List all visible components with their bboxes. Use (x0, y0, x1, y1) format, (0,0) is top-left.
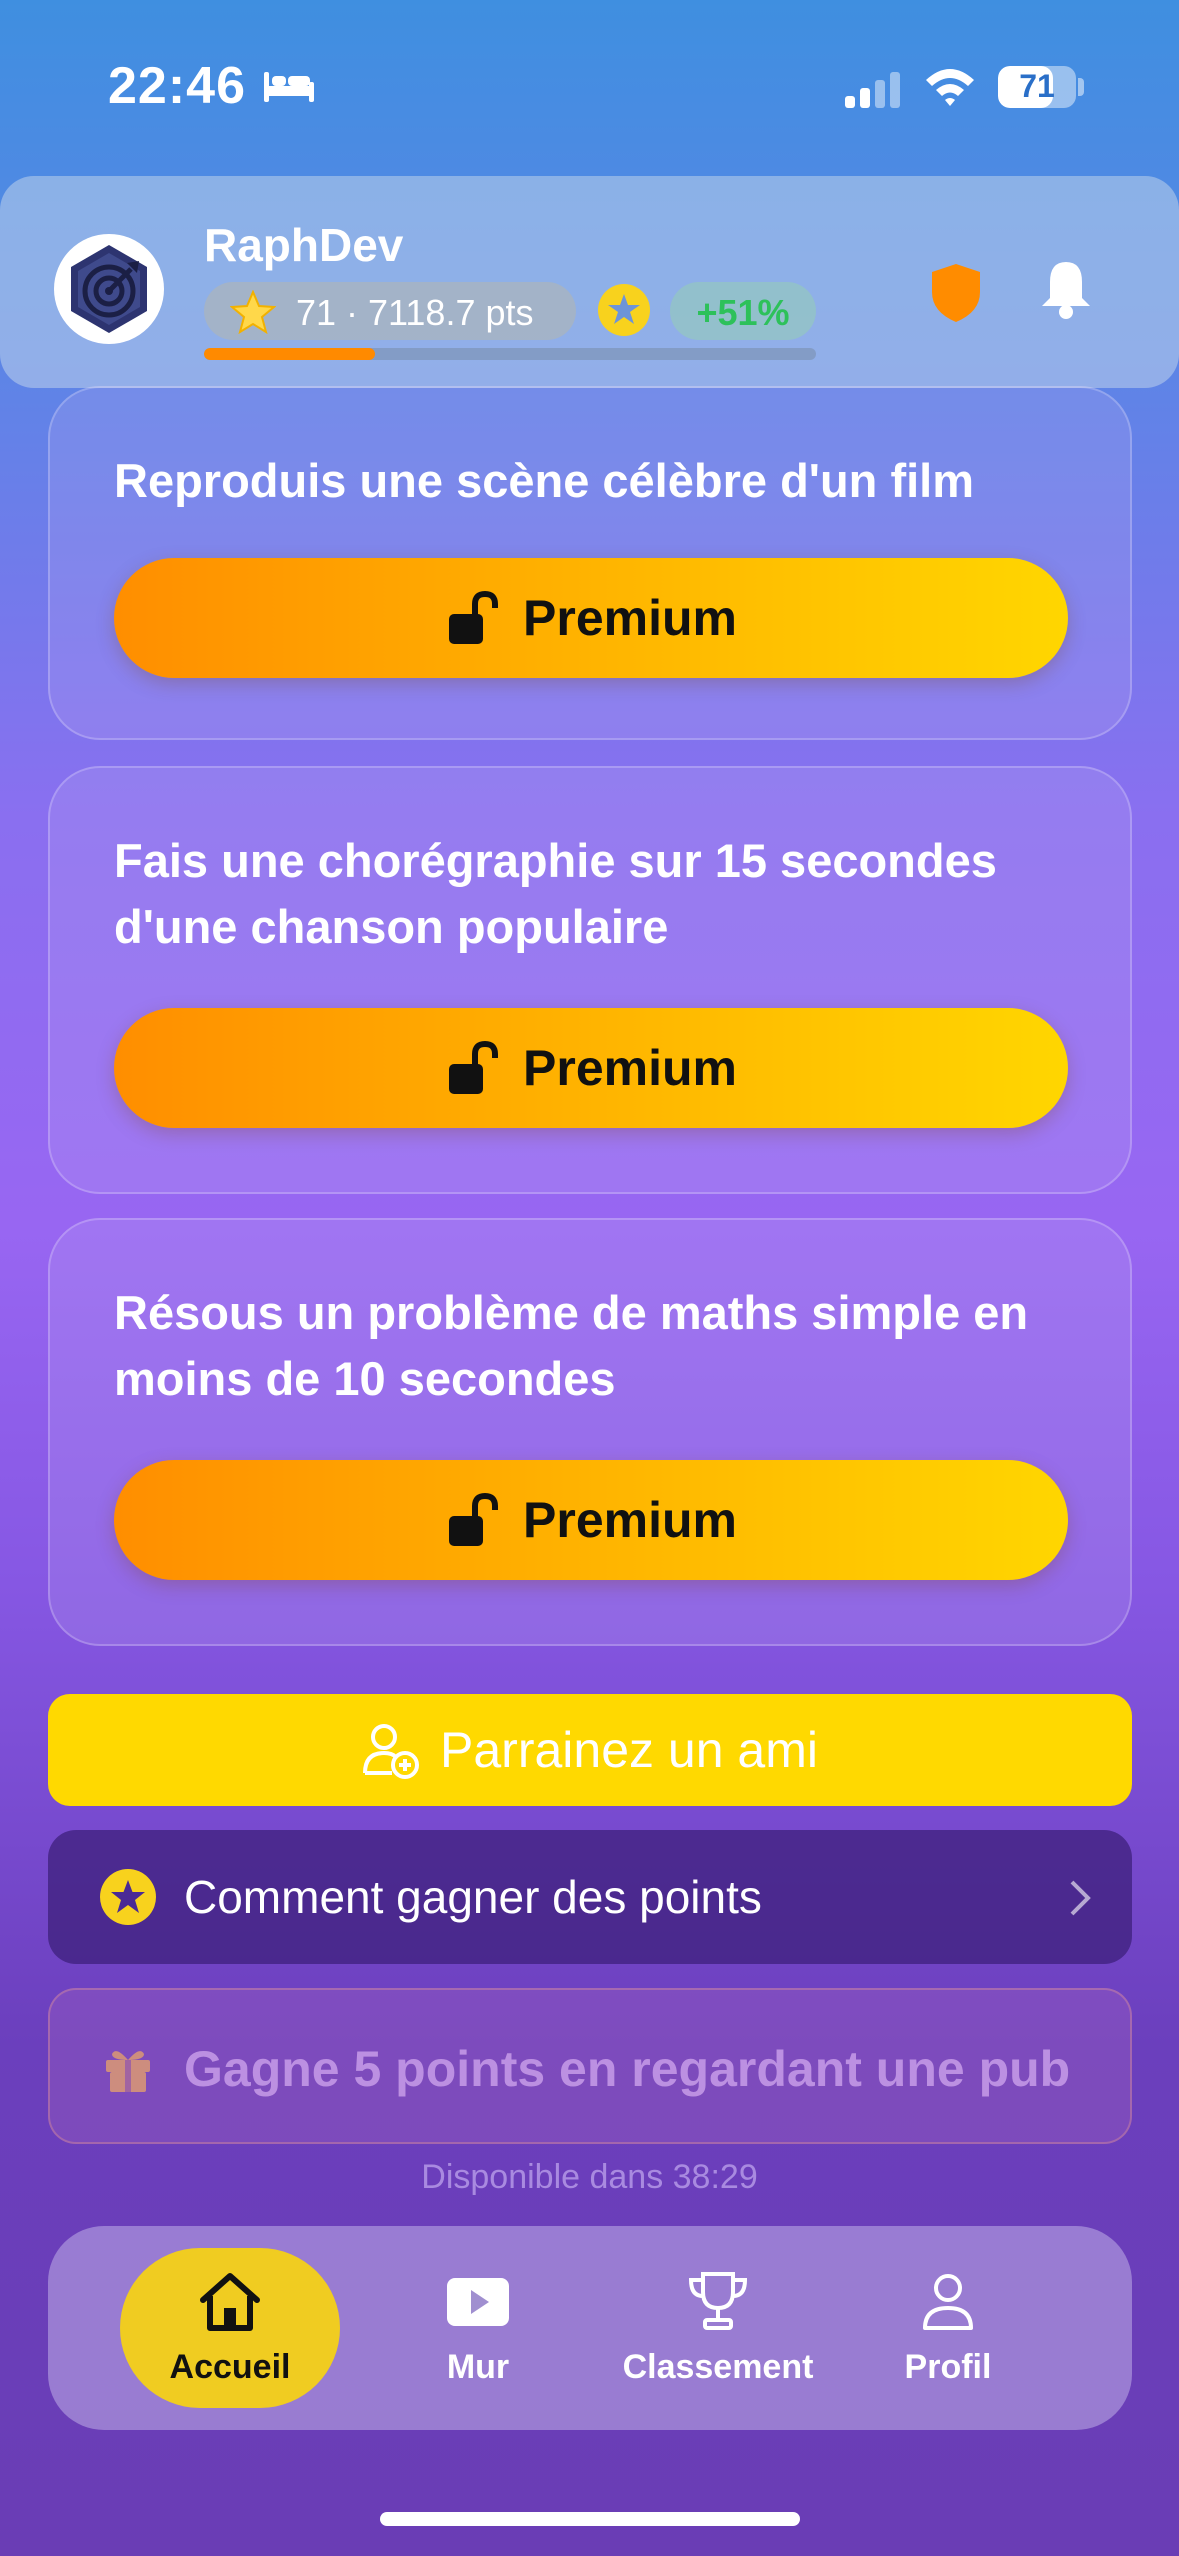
premium-label: Premium (523, 1492, 737, 1548)
referral-label: Parrainez un ami (440, 1722, 818, 1778)
challenge-card: Reproduis une scène célèbre d'un film Pr… (48, 386, 1132, 740)
add-friend-icon (363, 1724, 420, 1779)
star-icon (100, 1869, 156, 1925)
tab-accueil[interactable]: Accueil (120, 2248, 340, 2408)
tab-profil[interactable]: Profil (838, 2248, 1058, 2408)
level-progress-fill (204, 348, 376, 360)
challenge-title: Reproduis une scène célèbre d'un film (114, 454, 974, 507)
home-indicator (380, 2512, 800, 2526)
profile-header: RaphDev 71 · 7118.7 pts +51% (0, 176, 1179, 388)
referral-button[interactable]: Parrainez un ami (48, 1694, 1132, 1806)
bell-icon[interactable] (1036, 258, 1096, 322)
premium-button[interactable]: Premium (114, 1460, 1068, 1580)
ad-availability-text: Disponible dans 38:29 (421, 2158, 758, 2196)
person-icon (923, 2274, 973, 2330)
earn-points-row[interactable]: Comment gagner des points (48, 1830, 1132, 1964)
unlock-icon (449, 1040, 499, 1094)
status-time: 22:46 (108, 57, 246, 115)
tab-label: Profil (904, 2348, 992, 2386)
growth-text: +51% (696, 292, 790, 333)
shield-icon[interactable] (928, 262, 984, 324)
challenge-card: Fais une chorégraphie sur 15 secondes d'… (48, 766, 1132, 1194)
tab-classement[interactable]: Classement (608, 2248, 828, 2408)
level-badge-icon (598, 284, 650, 336)
premium-button[interactable]: Premium (114, 558, 1068, 678)
wifi-icon (926, 69, 974, 106)
premium-label: Premium (523, 1040, 737, 1096)
challenge-title: Fais une chorégraphie sur 15 secondes d'… (114, 834, 997, 953)
gift-icon (106, 2051, 150, 2092)
premium-label: Premium (523, 590, 737, 646)
star-icon (230, 290, 276, 334)
challenge-title: Résous un problème de maths simple en mo… (114, 1286, 1029, 1405)
battery-indicator: 71 (998, 66, 1076, 108)
status-bar: 22:46 71 (0, 0, 1179, 170)
challenge-card: Résous un problème de maths simple en mo… (48, 1218, 1132, 1646)
premium-button[interactable]: Premium (114, 1008, 1068, 1128)
username: RaphDev (204, 219, 404, 271)
play-icon (447, 2278, 509, 2326)
tab-bar: Accueil Mur Classement Profil (48, 2226, 1132, 2430)
earn-points-label: Comment gagner des points (184, 1871, 762, 1923)
tab-label: Mur (446, 2348, 510, 2386)
tab-label: Classement (622, 2348, 814, 2386)
bed-icon (264, 72, 314, 102)
unlock-icon (449, 590, 499, 644)
chevron-right-icon (1070, 1880, 1091, 1916)
unlock-icon (449, 1492, 499, 1546)
tab-mur[interactable]: Mur (368, 2248, 588, 2408)
tab-label: Accueil (169, 2348, 291, 2386)
signal-icon (845, 72, 900, 108)
watch-ad-label: Gagne 5 points en regardant une pub (184, 2041, 1071, 2097)
trophy-icon (688, 2272, 748, 2330)
growth-badge: +51% (670, 282, 816, 340)
home-icon (200, 2273, 260, 2331)
watch-ad-button[interactable]: Gagne 5 points en regardant une pub (48, 1988, 1132, 2144)
avatar[interactable] (54, 234, 164, 344)
stats-pill: 71 · 7118.7 pts (204, 282, 576, 340)
battery-percentage: 71 (1019, 68, 1055, 104)
target-icon (71, 245, 147, 333)
stats-text: 71 · 7118.7 pts (296, 292, 534, 333)
battery-nub (1078, 78, 1084, 96)
level-progress-bar (204, 348, 816, 360)
